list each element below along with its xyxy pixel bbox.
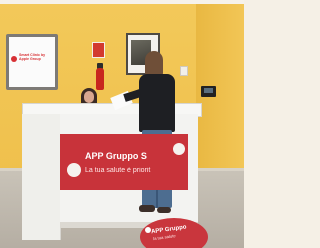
brand-logo-icon — [11, 56, 17, 62]
fire-extinguisher — [96, 68, 104, 90]
emergency-sign — [92, 42, 105, 58]
customer-jacket — [139, 74, 175, 132]
right-shoe — [157, 207, 171, 213]
counter-banner — [60, 134, 188, 190]
reception-photo: Smart Clinic by Apple Group APP Gruppo S… — [0, 0, 244, 248]
brand-badge-icon — [67, 163, 81, 177]
counter-side-panel — [22, 114, 61, 240]
tv-screen — [9, 37, 55, 87]
tv-screen-text: Smart Clinic by Apple Group — [19, 53, 46, 62]
terminal-screen — [204, 88, 213, 93]
banner-subtitle: La tua salute è priorit — [85, 167, 151, 174]
left-shoe — [139, 205, 155, 212]
banner-title: APP Gruppo S — [85, 151, 147, 161]
ceiling — [0, 0, 244, 4]
wall-thermostat — [180, 66, 188, 76]
receptionist-face — [84, 91, 94, 103]
